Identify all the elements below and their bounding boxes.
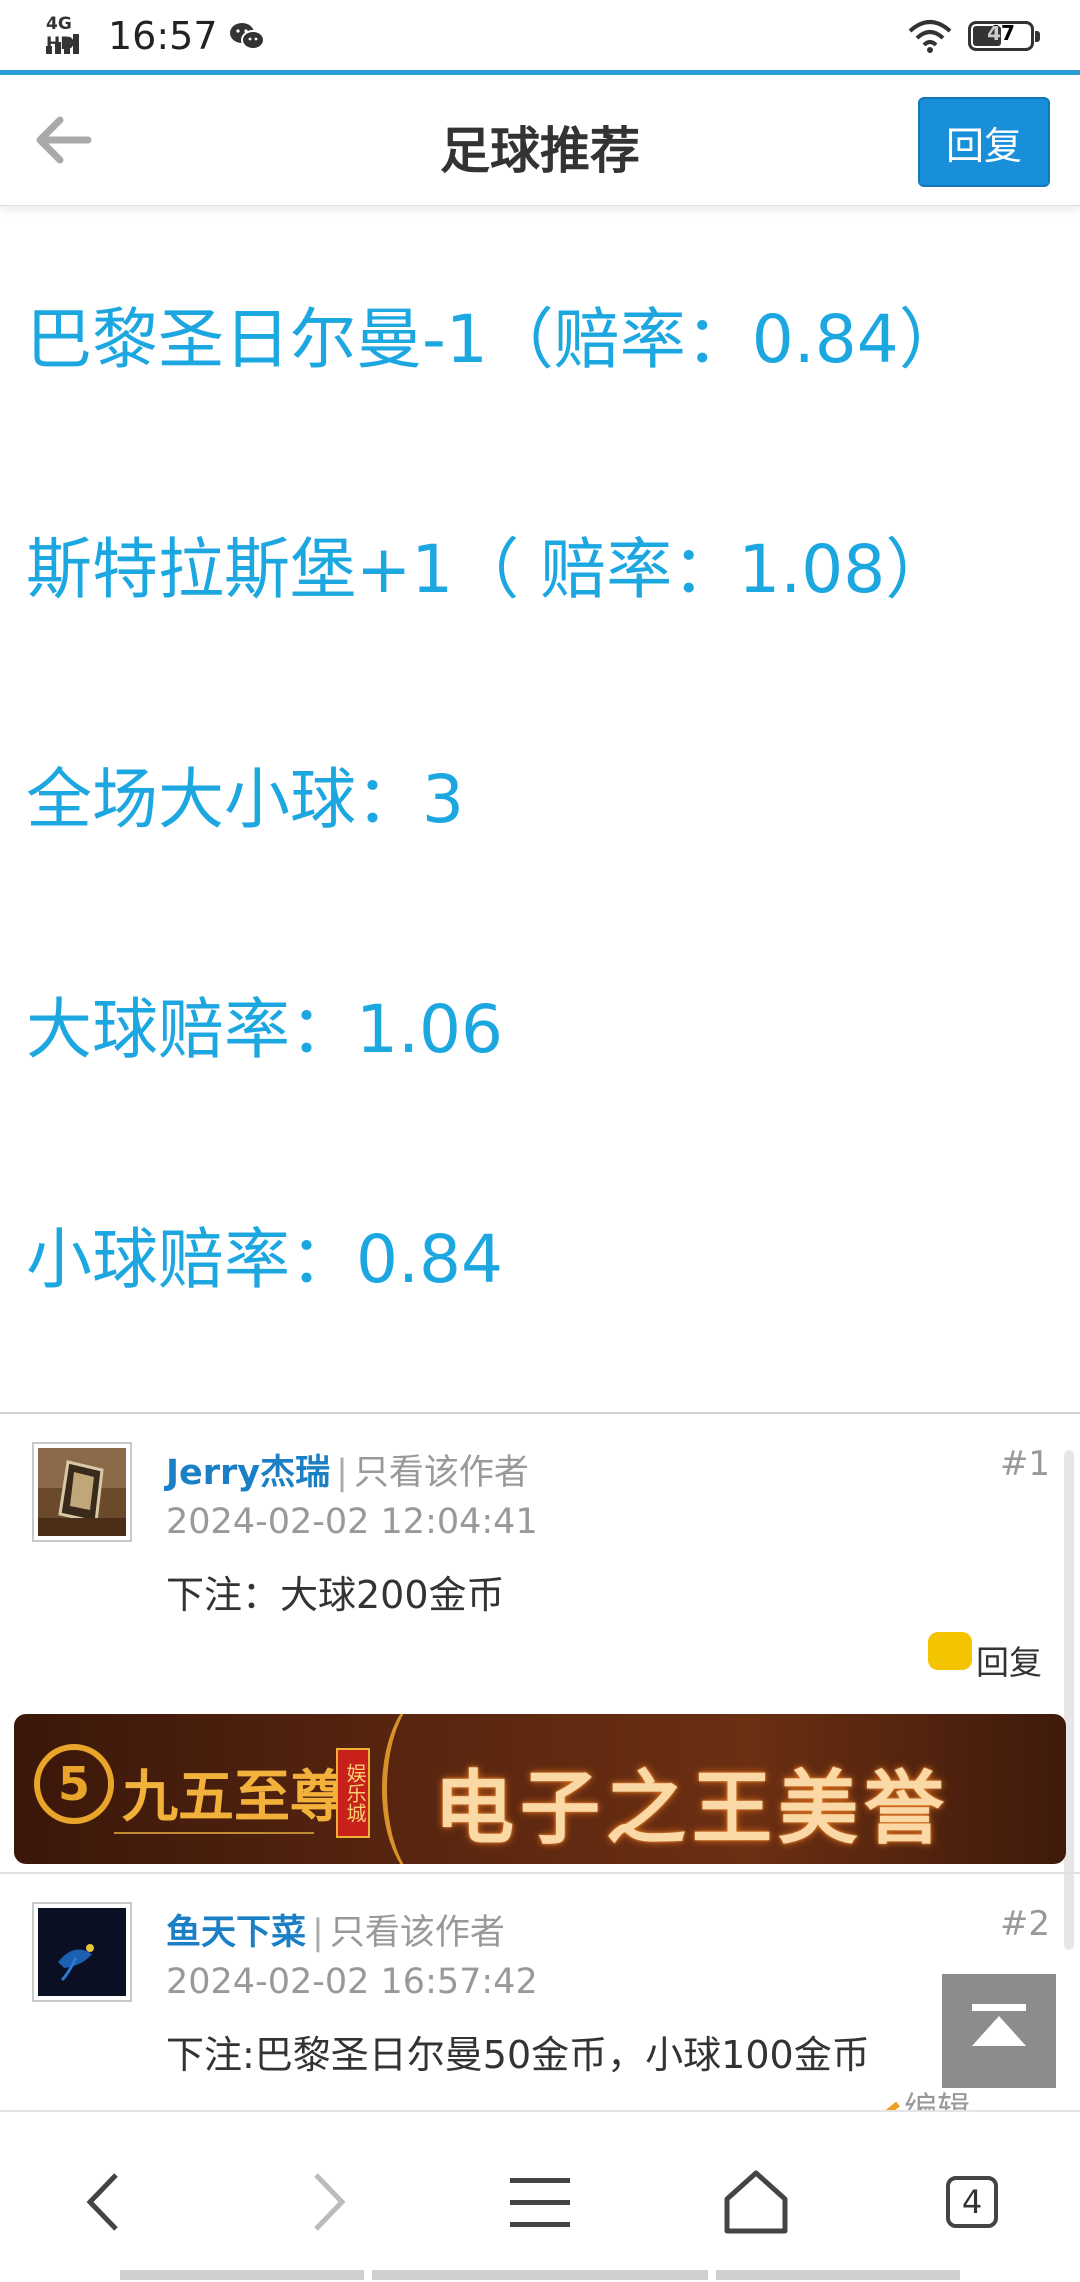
comment-item: Jerry杰瑞 | 只看该作者 #1 2024-02-02 12:04:41 下注：… bbox=[0, 1440, 1080, 1700]
floor-number: #1 bbox=[999, 1444, 1050, 1484]
ad-ornament bbox=[114, 1832, 314, 1840]
post-line: 大球赔率：1.06 bbox=[26, 991, 503, 1068]
comment-item: 鱼天下菜 | 只看该作者 #2 2024-02-02 16:57:42 下注:巴黎圣… bbox=[0, 1900, 1080, 2110]
ad-brand: 九五至尊 bbox=[122, 1764, 346, 1830]
wifi-icon bbox=[908, 20, 952, 53]
chevron-left-icon bbox=[86, 2173, 118, 2231]
avatar[interactable] bbox=[32, 1902, 132, 2002]
separator: | bbox=[336, 1453, 348, 1493]
nav-menu-button[interactable] bbox=[490, 2152, 590, 2252]
ad-logo: 5 bbox=[34, 1744, 114, 1824]
nav-home-button[interactable] bbox=[706, 2152, 806, 2252]
arrow-up-icon bbox=[972, 2004, 1026, 2046]
post-line: 小球赔率：0.84 bbox=[26, 1221, 503, 1298]
divider bbox=[0, 1872, 1080, 1874]
gesture-bar bbox=[716, 2270, 960, 2280]
status-time: 16:57 bbox=[108, 14, 218, 58]
comment-author-line: Jerry杰瑞 | 只看该作者 bbox=[166, 1444, 529, 1495]
back-to-top-button[interactable] bbox=[942, 1974, 1056, 2088]
pencil-icon bbox=[885, 2101, 900, 2110]
only-author-link[interactable]: 只看该作者 bbox=[330, 1913, 505, 1953]
tab-count: 4 bbox=[946, 2176, 998, 2228]
floor-number: #2 bbox=[999, 1904, 1050, 1944]
ad-badge: 娱乐城 bbox=[336, 1748, 370, 1838]
battery-icon: 47 bbox=[968, 21, 1040, 51]
gesture-bar bbox=[372, 2270, 708, 2280]
comment-body: 下注:巴黎圣日尔曼50金币，小球100金币 bbox=[166, 2033, 870, 2077]
comment-body: 下注：大球200金币 bbox=[166, 1573, 505, 1617]
separator: | bbox=[312, 1913, 324, 1953]
home-icon bbox=[724, 2170, 788, 2234]
chevron-right-icon bbox=[314, 2173, 346, 2231]
divider bbox=[0, 1412, 1080, 1414]
gesture-bar bbox=[120, 2270, 364, 2280]
comment-reply-label: 回复 bbox=[976, 1643, 1042, 1682]
nav-tabs-button[interactable]: 4 bbox=[922, 2152, 1022, 2252]
ad-slogan: 电子之王美誉 bbox=[434, 1762, 950, 1855]
post-line: 巴黎圣日尔曼-1（赔率：0.84） bbox=[26, 301, 965, 378]
reply-bubble-icon bbox=[928, 1632, 972, 1670]
post-line: 斯特拉斯堡+1（ 赔率：1.08） bbox=[26, 531, 952, 608]
nav-forward-button[interactable] bbox=[276, 2152, 376, 2252]
comment-time: 2024-02-02 12:04:41 bbox=[166, 1502, 538, 1542]
avatar[interactable] bbox=[32, 1442, 132, 1542]
author-name[interactable]: Jerry杰瑞 bbox=[166, 1453, 330, 1493]
post-content: 巴黎圣日尔曼-1（赔率：0.84） 斯特拉斯堡+1（ 赔率：1.08） 全场大小… bbox=[26, 300, 1066, 1450]
only-author-link[interactable]: 只看该作者 bbox=[354, 1453, 529, 1493]
ad-banner[interactable]: 5 九五至尊 娱乐城 电子之王美誉 bbox=[14, 1714, 1066, 1864]
comment-reply-button[interactable]: 回复 bbox=[928, 1632, 1042, 1684]
avatar-image bbox=[38, 1448, 126, 1536]
post-line: 全场大小球：3 bbox=[26, 761, 464, 838]
author-name[interactable]: 鱼天下菜 bbox=[166, 1913, 306, 1953]
status-bar: 4G HD 16:57 47 bbox=[0, 0, 1080, 72]
signal-icon: 4G HD bbox=[46, 14, 98, 58]
app-header: 足球推荐 回复 bbox=[0, 75, 1080, 206]
menu-icon bbox=[510, 2178, 570, 2227]
nav-back-button[interactable] bbox=[56, 2152, 156, 2252]
comment-time: 2024-02-02 16:57:42 bbox=[166, 1962, 538, 2002]
wechat-icon bbox=[229, 23, 265, 50]
browser-nav-bar: 4 bbox=[0, 2110, 1080, 2282]
comment-author-line: 鱼天下菜 | 只看该作者 bbox=[166, 1904, 505, 1955]
battery-level: 47 bbox=[987, 21, 1015, 45]
reply-button[interactable]: 回复 bbox=[918, 97, 1050, 187]
avatar-image bbox=[38, 1908, 126, 1996]
